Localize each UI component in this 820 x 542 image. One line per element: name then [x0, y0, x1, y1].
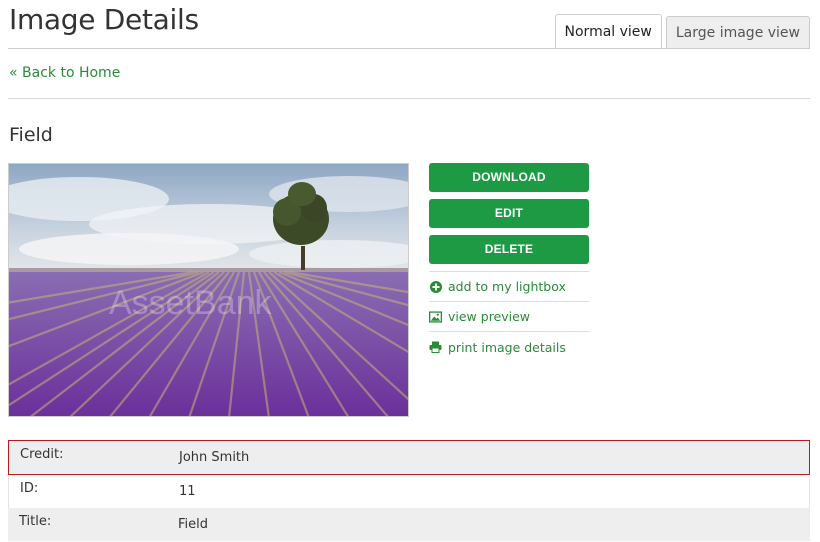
delete-button[interactable]: DELETE	[429, 235, 589, 264]
view-preview-link[interactable]: view preview	[429, 302, 589, 332]
action-links: add to my lightbox view preview print im…	[429, 271, 589, 362]
details-table: Credit: John Smith ID: 11 Title: Field	[8, 440, 810, 541]
id-label: ID:	[20, 481, 39, 496]
print-image-details-label: print image details	[448, 339, 566, 355]
asset-title: Field	[9, 124, 53, 146]
image-preview[interactable]: AssetBank	[8, 163, 409, 417]
print-image-details-link[interactable]: print image details	[429, 332, 589, 362]
section-divider	[8, 98, 810, 99]
credit-label: Credit:	[20, 447, 64, 462]
view-tabs: Normal view Large image view	[551, 14, 810, 49]
image-icon	[429, 310, 442, 323]
table-row-title: Title: Field	[8, 508, 810, 541]
add-to-lightbox-label: add to my lightbox	[448, 279, 566, 294]
plus-circle-icon	[429, 280, 442, 293]
title-label: Title:	[19, 514, 52, 529]
view-preview-label: view preview	[448, 309, 531, 324]
edit-button[interactable]: EDIT	[429, 199, 589, 228]
back-to-home-link[interactable]: « Back to Home	[9, 65, 120, 81]
add-to-lightbox-link[interactable]: add to my lightbox	[429, 272, 589, 302]
lavender-field-image: AssetBank	[9, 164, 408, 416]
page-title: Image Details	[9, 3, 199, 36]
download-button[interactable]: DOWNLOAD	[429, 163, 589, 192]
watermark: AssetBank	[109, 284, 273, 322]
id-value: 11	[179, 484, 196, 499]
table-row-credit: Credit: John Smith	[8, 440, 810, 475]
tab-normal-view[interactable]: Normal view	[554, 14, 662, 49]
tab-large-image-view[interactable]: Large image view	[665, 16, 810, 49]
table-row-id: ID: 11	[8, 475, 810, 508]
title-value: Field	[178, 517, 209, 532]
asset-actions: DOWNLOAD EDIT DELETE add to my lightbox …	[429, 163, 589, 362]
printer-icon	[429, 341, 442, 354]
header-divider	[8, 48, 810, 49]
credit-value: John Smith	[179, 450, 250, 465]
